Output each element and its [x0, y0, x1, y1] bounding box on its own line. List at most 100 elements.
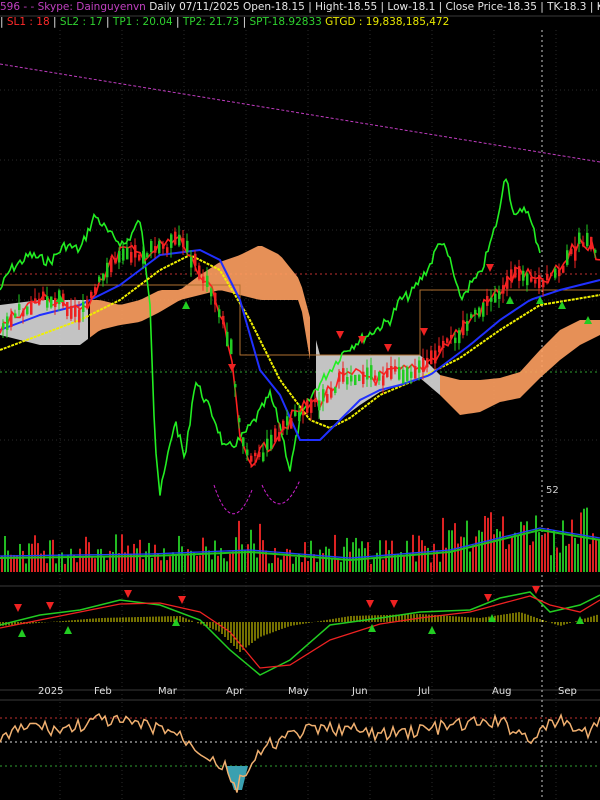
volume-bar	[562, 520, 564, 572]
candle-body	[254, 452, 257, 457]
volume-bar	[556, 547, 558, 572]
candle-body	[266, 438, 269, 450]
candle-body	[430, 350, 433, 365]
volume-bar	[388, 550, 390, 572]
candle-body	[318, 400, 321, 411]
candle-body	[46, 296, 49, 308]
rsi-line	[0, 713, 600, 793]
volume-bar	[487, 517, 489, 572]
volume-bar	[100, 548, 102, 572]
candle-body	[98, 276, 101, 282]
candle-body	[6, 316, 9, 330]
candle-body	[466, 321, 469, 331]
volume-bar	[331, 559, 333, 572]
volume-bar	[271, 563, 273, 572]
volume-bar	[184, 554, 186, 572]
candle-body	[394, 366, 397, 372]
volume-bar	[280, 559, 282, 572]
volume-bar	[193, 552, 195, 572]
month-label: Feb	[94, 686, 112, 697]
candle-body	[574, 246, 577, 261]
candle-body	[114, 258, 117, 263]
volume-bar	[571, 519, 573, 572]
volume-bar	[394, 554, 396, 572]
volume-bar	[79, 548, 81, 572]
month-label: Aug	[492, 686, 512, 697]
candle-body	[526, 273, 529, 286]
volume-bar	[181, 546, 183, 572]
candle-body	[158, 241, 161, 254]
volume-bar	[508, 544, 510, 572]
candle-body	[206, 275, 209, 287]
candle-body	[438, 345, 441, 352]
candle-body	[162, 243, 165, 249]
candle-body	[342, 368, 345, 382]
candle-body	[450, 335, 453, 339]
candle-body	[470, 314, 473, 319]
candle-body	[18, 304, 21, 310]
candle-body	[238, 418, 241, 423]
candle-body	[422, 358, 425, 372]
candle-body	[382, 375, 385, 386]
volume-bar	[124, 552, 126, 572]
volume-bar	[34, 535, 36, 572]
volume-bar	[127, 545, 129, 572]
volume-bar	[7, 550, 9, 572]
candle-body	[230, 339, 233, 355]
volume-bar	[55, 563, 57, 572]
candle-body	[554, 268, 557, 278]
volume-bar	[514, 532, 516, 572]
candle-body	[210, 288, 213, 297]
buy-arrow-icon	[576, 616, 584, 624]
candle-body	[550, 272, 553, 276]
volume-bar	[433, 543, 435, 572]
volume-bar	[103, 556, 105, 572]
volume-bar	[460, 536, 462, 572]
candle-body	[250, 455, 253, 462]
volume-bar	[547, 527, 549, 572]
volume-bar	[538, 532, 540, 572]
volume-bar	[589, 544, 591, 572]
candle-body	[442, 340, 445, 348]
volume-bar	[340, 561, 342, 572]
candle-body	[154, 246, 157, 253]
volume-bar	[4, 536, 6, 572]
volume-bar	[502, 516, 504, 572]
volume-bar	[43, 550, 45, 572]
volume-bar	[154, 544, 156, 572]
volume-bar	[577, 543, 579, 572]
candle-body	[506, 276, 509, 289]
chart-canvas	[0, 15, 600, 800]
candle-body	[482, 302, 485, 317]
volume-bar	[334, 534, 336, 572]
candle-body	[522, 270, 525, 281]
price-axis-label: 52	[546, 485, 559, 496]
candle-body	[186, 240, 189, 253]
sell-arrow-icon	[14, 604, 22, 612]
candle-body	[214, 292, 217, 305]
candle-body	[538, 275, 541, 289]
candle-body	[274, 428, 277, 442]
volume-bar	[532, 541, 534, 572]
volume-bar	[565, 545, 567, 572]
candle-body	[110, 258, 113, 273]
candle-body	[262, 452, 265, 462]
buy-arrow-icon	[182, 301, 190, 309]
candle-body	[310, 399, 313, 413]
volume-bar	[328, 548, 330, 572]
candle-body	[350, 375, 353, 382]
volume-bar	[421, 540, 423, 572]
candle-body	[566, 250, 569, 265]
candle-body	[458, 330, 461, 344]
volume-bar	[166, 560, 168, 572]
candle-body	[330, 387, 333, 398]
candle-body	[54, 298, 57, 308]
volume-bar	[469, 551, 471, 572]
candle-body	[2, 323, 5, 329]
volume-bar	[403, 556, 405, 572]
sell-arrow-icon	[390, 600, 398, 608]
candle-body	[234, 384, 237, 388]
volume-bar	[292, 563, 294, 572]
candle-body	[70, 305, 73, 319]
sell-arrow-icon	[366, 600, 374, 608]
